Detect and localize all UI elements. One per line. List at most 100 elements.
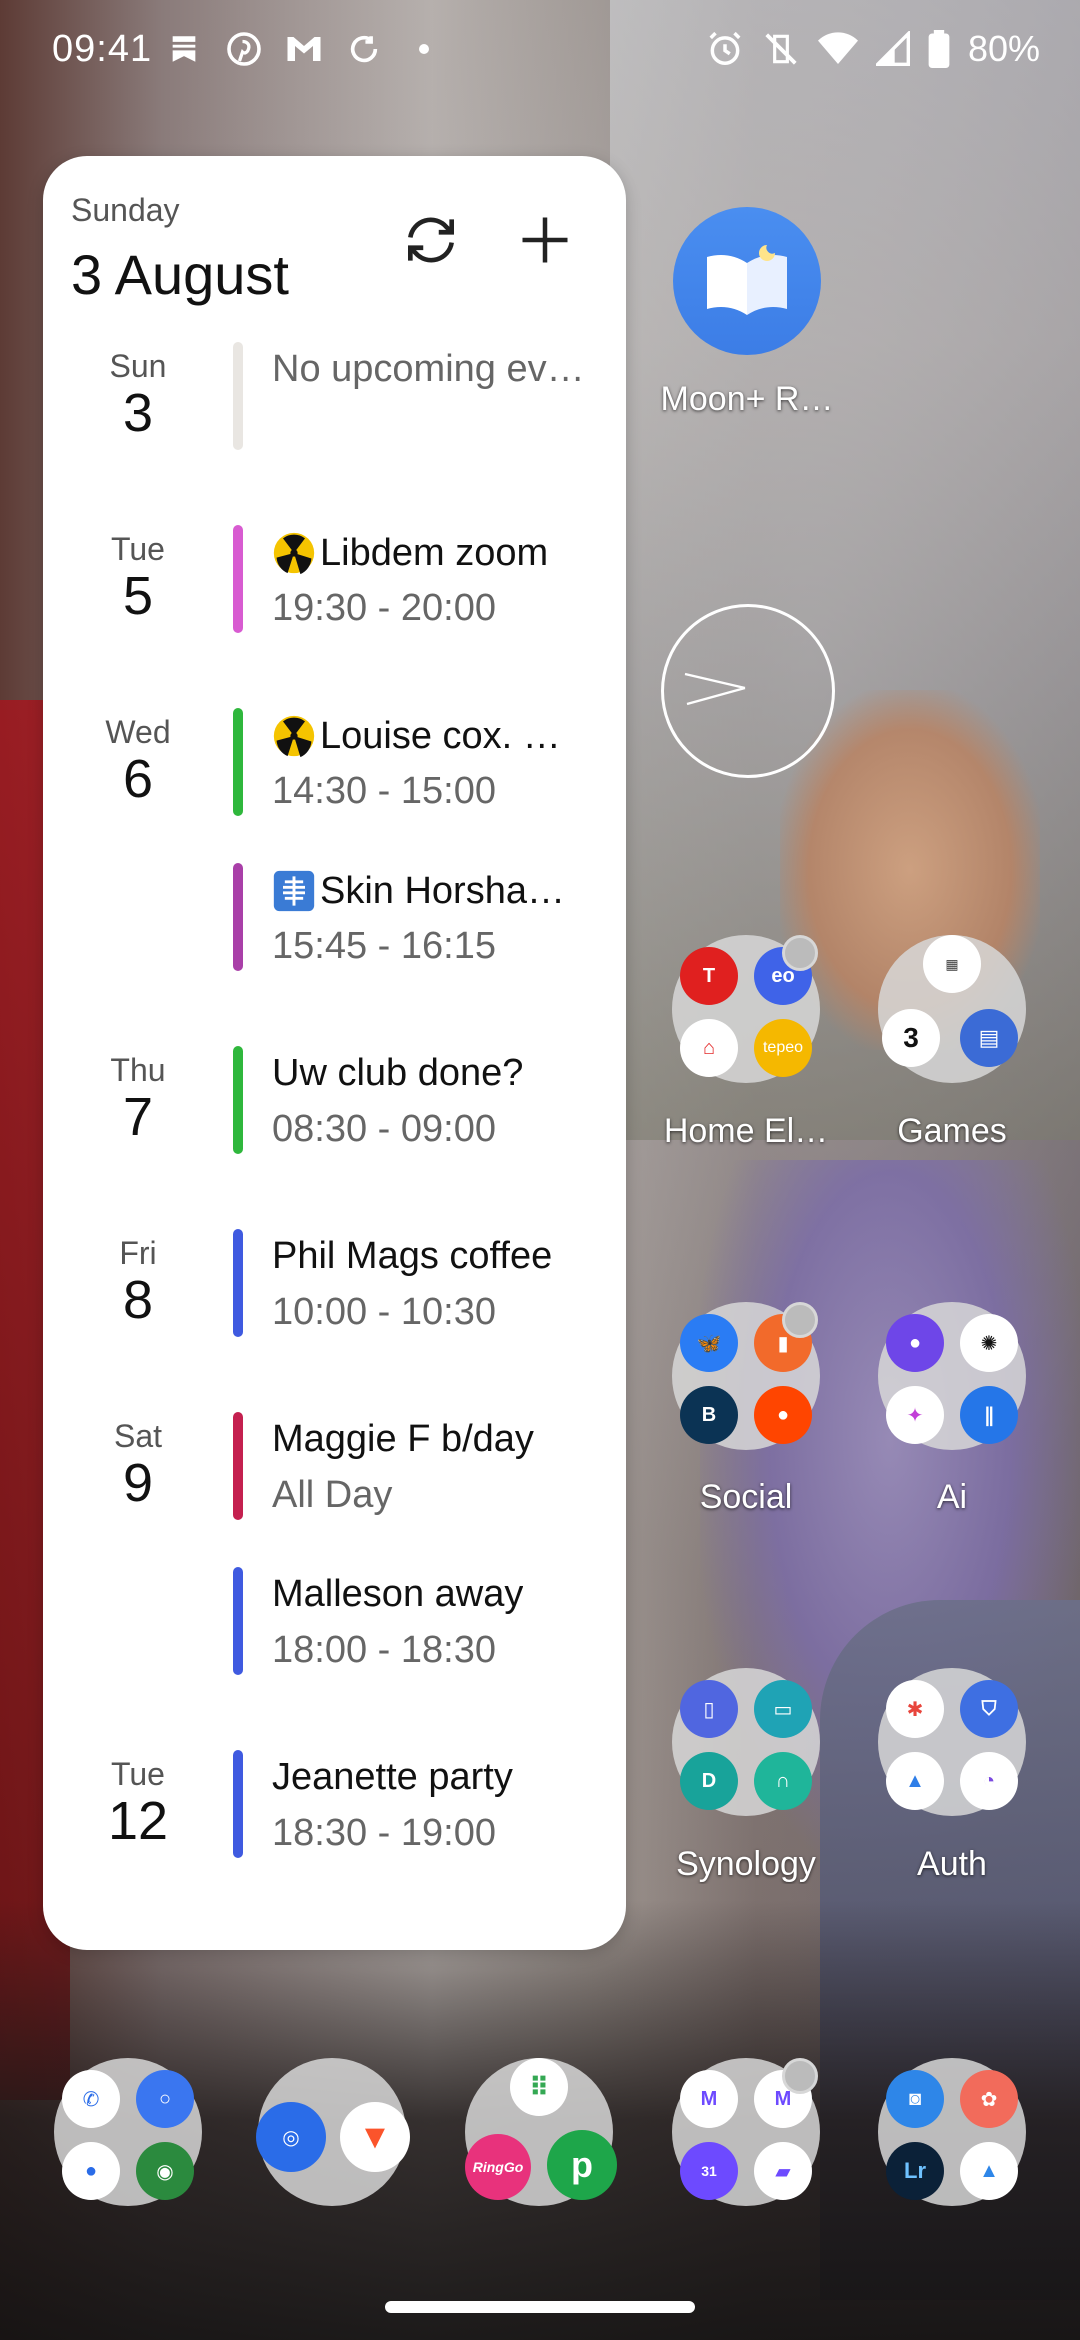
- proton-ai-icon: ●: [886, 1314, 944, 1372]
- calendar-day-number: 12: [107, 1791, 169, 1851]
- gallery-icon: ▲: [960, 2142, 1018, 2200]
- google-drive-icon: ▲: [886, 1752, 944, 1810]
- calendar-day-name: Sunday: [71, 192, 180, 228]
- calendar-day-column: Fri 8: [43, 1229, 233, 1329]
- folder-social[interactable]: 🦋 ▮ B ●: [672, 1302, 820, 1450]
- status-right-icons: 80%: [706, 28, 1040, 70]
- synology-audio-icon: ∩: [754, 1752, 812, 1810]
- calendar-event-row[interactable]: Skin Horsha… 15:45 - 16:15: [43, 863, 626, 1046]
- folder-home-el[interactable]: T eo ⌂ tepeo: [672, 935, 820, 1083]
- folder-games[interactable]: ▦ 3 ▤: [878, 935, 1026, 1083]
- moon-reader-app[interactable]: [673, 207, 821, 355]
- folder-ai-label: Ai: [936, 1478, 968, 1516]
- calendar-day-number: 8: [122, 1270, 154, 1330]
- calendar-day-column: Tue 5: [43, 525, 233, 625]
- bluesky-icon: 🦋: [680, 1314, 738, 1372]
- calendar-color-bar: [233, 1750, 243, 1858]
- calendar-event-title: Phil Mags coffee: [272, 1235, 553, 1277]
- calendar-color-bar: [233, 1046, 243, 1154]
- calendar-event-row[interactable]: Sun 3 No upcoming ev…: [43, 342, 626, 525]
- copilot-icon: ✦: [886, 1386, 944, 1444]
- wifi-icon: [817, 32, 858, 64]
- calendar-event-row[interactable]: Thu 7 Uw club done? 08:30 - 09:00: [43, 1046, 626, 1229]
- calendar-event-title-wrap: Phil Mags coffee: [272, 1235, 616, 1278]
- home-app-icon: ⌂: [680, 1019, 738, 1077]
- status-left-icons: [165, 30, 443, 68]
- calendar-event-title-wrap: Libdem zoom: [272, 531, 616, 575]
- radioactive-icon: [273, 715, 315, 758]
- calendar-event-time: 18:00 - 18:30: [272, 1629, 496, 1671]
- phone-icon: ✆: [62, 2070, 120, 2128]
- folder-auth[interactable]: ✱ ⛉ ▲ ◔: [878, 1668, 1026, 1816]
- notification-bookmark-icon: [165, 30, 203, 68]
- calendar-event-title-wrap: Uw club done?: [272, 1052, 616, 1095]
- calculator-game-icon: ▤: [960, 1009, 1018, 1067]
- calendar-day-column: Sun 3: [43, 342, 233, 442]
- calendar-event-title: Jeanette party: [272, 1756, 513, 1798]
- calendar-widget[interactable]: Sunday 3 August Sun 3 No upcoming ev… Tue 5 L…: [43, 156, 626, 1950]
- calendar-event-list: Sun 3 No upcoming ev… Tue 5 Libdem zoom 19:30 …: [43, 342, 626, 1920]
- battery-percent: 80%: [967, 28, 1040, 69]
- reddit-icon: ●: [754, 1386, 812, 1444]
- calendar-weekday: Sun: [109, 348, 167, 384]
- chatgpt-icon: ✺: [960, 1314, 1018, 1372]
- calendar-color-bar: [233, 708, 243, 816]
- ringgo-icon: RingGo: [465, 2134, 531, 2200]
- refresh-button[interactable]: [395, 204, 467, 276]
- google-auth-icon: ✱: [886, 1680, 944, 1738]
- shield-icon: ⛉: [960, 1680, 1018, 1738]
- signal-icon: [875, 31, 910, 66]
- status-bar: 09:41 80%: [0, 0, 1080, 110]
- dock-folder-mail[interactable]: M M 31 ▰: [672, 2058, 820, 2206]
- calendar-event-row[interactable]: Tue 5 Libdem zoom 19:30 - 20:00: [43, 525, 626, 708]
- dock-folder-browsers[interactable]: ◎ ▼: [256, 2058, 410, 2206]
- brave-icon: ▼: [340, 2102, 410, 2172]
- calendar-color-bar: [233, 1567, 243, 1675]
- apps-grid-icon: ⠿: [510, 2058, 568, 2116]
- calendar-event-row[interactable]: Tue 12 Jeanette party 18:30 - 19:00: [43, 1750, 626, 1920]
- messages-icon: ●: [62, 2142, 120, 2200]
- moon-reader-label: Moon+ R…: [660, 380, 834, 418]
- folder-games-label: Games: [897, 1112, 1007, 1150]
- analog-clock-widget[interactable]: [661, 604, 835, 778]
- calendar-event-row[interactable]: Wed 6 Louise cox. … 14:30 - 15:00: [43, 708, 626, 863]
- calendar-event-title: Louise cox. …: [320, 714, 561, 757]
- calendar-weekday: Thu: [110, 1052, 166, 1088]
- xray-icon: [273, 870, 315, 912]
- radioactive-icon: [273, 532, 315, 575]
- gesture-nav-bar[interactable]: [385, 2301, 695, 2313]
- dock-folder-photos[interactable]: ◙ ✿ Lr ▲: [878, 2058, 1026, 2206]
- folder-home-el-label: Home El…: [663, 1112, 829, 1150]
- proton-mail-icon: M: [680, 2070, 738, 2128]
- notification-badge: [782, 935, 818, 971]
- flower-app-icon: ✿: [960, 2070, 1018, 2128]
- calendar-weekday: Tue: [111, 531, 165, 567]
- calendar-date[interactable]: 3 August: [71, 242, 289, 307]
- status-time: 09:41: [52, 28, 153, 70]
- calendar-event-title: Maggie F b/day: [272, 1418, 534, 1460]
- calendar-event-row[interactable]: Fri 8 Phil Mags coffee 10:00 - 10:30: [43, 1229, 626, 1412]
- calendar-event-title-wrap: No upcoming ev…: [272, 348, 616, 391]
- proton-pass-icon: ◔: [960, 1752, 1018, 1810]
- dot-icon: [405, 30, 443, 68]
- plus-icon: [522, 217, 568, 263]
- refresh-icon: [408, 217, 454, 263]
- synology-ds-icon: D: [680, 1752, 738, 1810]
- calendar-event-row[interactable]: Malleson away 18:00 - 18:30: [43, 1567, 626, 1750]
- calendar-day-column: Thu 7: [43, 1046, 233, 1146]
- parkmobile-icon: p: [547, 2130, 617, 2200]
- sync-icon: [345, 30, 383, 68]
- folder-synology-label: Synology: [676, 1845, 816, 1883]
- vibrate-off-icon: [765, 33, 797, 65]
- b-app-icon: B: [680, 1386, 738, 1444]
- synology-notes-icon: ▯: [680, 1680, 738, 1738]
- dock-folder-phone[interactable]: ✆ ○ ● ◉: [54, 2058, 202, 2206]
- folder-auth-label: Auth: [917, 1845, 987, 1883]
- folder-synology[interactable]: ▯ ▭ D ∩: [672, 1668, 820, 1816]
- calendar-day-number: 5: [122, 566, 154, 626]
- folder-ai[interactable]: ● ✺ ✦ ∥: [878, 1302, 1026, 1450]
- calendar-event-row[interactable]: Sat 9 Maggie F b/day All Day: [43, 1412, 626, 1567]
- dock-folder-parking[interactable]: ⠿ RingGo p: [465, 2058, 617, 2206]
- add-event-button[interactable]: [509, 204, 581, 276]
- calendar-event-title-wrap: Maggie F b/day: [272, 1418, 616, 1461]
